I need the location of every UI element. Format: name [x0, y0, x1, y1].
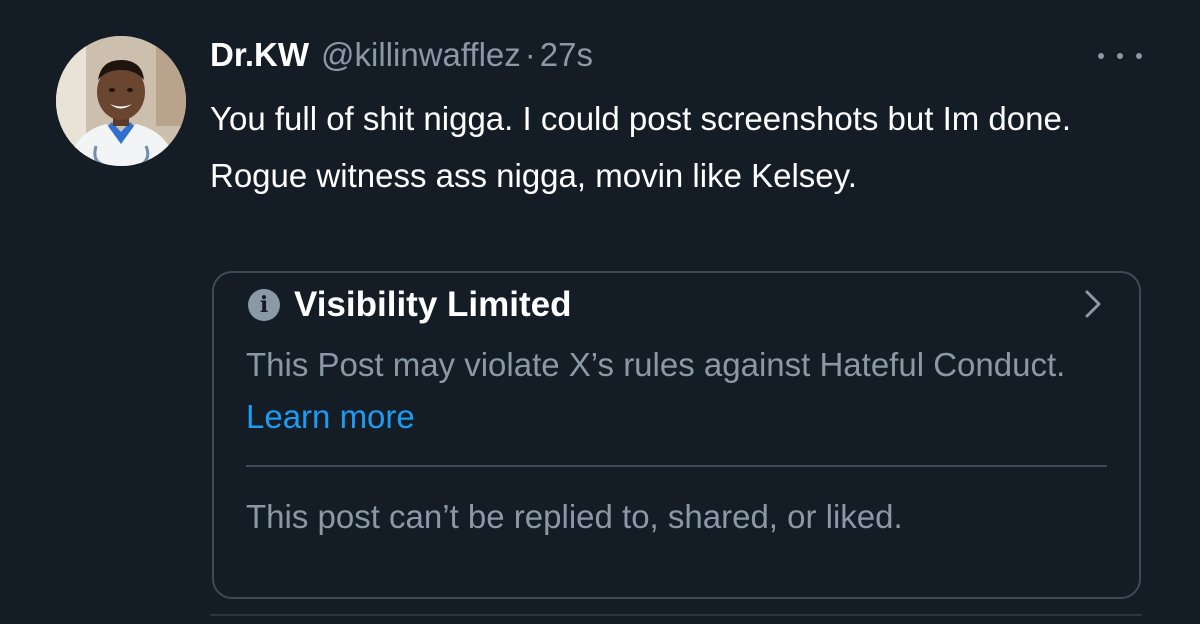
- more-dot: [1117, 53, 1123, 59]
- notice-header: i Visibility Limited: [248, 281, 571, 329]
- ellipsis-horizontal-icon[interactable]: [1098, 50, 1142, 62]
- chevron-right-icon[interactable]: [1083, 289, 1103, 319]
- divider: [210, 614, 1142, 616]
- separator-dot: ·: [524, 36, 536, 73]
- notice-body-text: This Post may violate X’s rules against …: [246, 346, 1066, 383]
- visibility-limited-notice[interactable]: i Visibility Limited This Post may viola…: [212, 271, 1141, 599]
- tweet-header: Dr.KW @killinwafflez · 27s: [210, 36, 593, 80]
- tweet-text: You full of shit nigga. I could post scr…: [210, 100, 1071, 194]
- more-dot: [1098, 53, 1104, 59]
- timestamp[interactable]: 27s: [540, 36, 593, 74]
- learn-more-link[interactable]: Learn more: [246, 398, 415, 435]
- notice-footer: This post can’t be replied to, shared, o…: [246, 498, 903, 535]
- display-name[interactable]: Dr.KW: [210, 36, 309, 74]
- user-handle[interactable]: @killinwafflez: [321, 36, 521, 74]
- info-icon: i: [248, 289, 280, 321]
- divider: [246, 465, 1107, 467]
- profile-photo: [56, 36, 186, 166]
- avatar[interactable]: [56, 36, 186, 166]
- more-dot: [1136, 53, 1142, 59]
- notice-title: Visibility Limited: [294, 285, 572, 324]
- notice-body: This Post may violate X’s rules against …: [246, 339, 1106, 443]
